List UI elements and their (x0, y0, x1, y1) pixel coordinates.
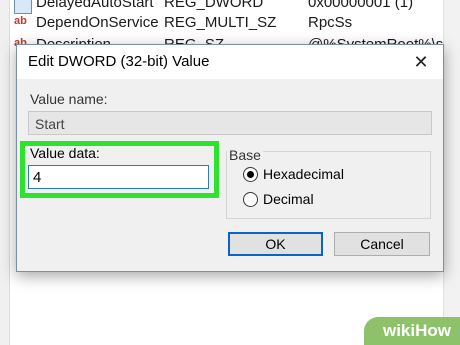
hexadecimal-radio[interactable] (243, 167, 258, 182)
string-value-icon: ab (14, 15, 27, 27)
binary-value-icon (14, 0, 32, 14)
value-type: REG_DWORD (164, 0, 264, 11)
base-label: Base (227, 147, 263, 163)
scrollbar[interactable] (443, 0, 460, 345)
value-name-label: Value name: (30, 91, 108, 107)
value-data-input[interactable] (28, 165, 209, 189)
value-type: REG_MULTI_SZ (164, 14, 277, 31)
tree-pane-edge (0, 0, 10, 345)
registry-row[interactable]: ab DependOnService REG_MULTI_SZ RpcSs (14, 14, 460, 36)
value-name: DependOnService (36, 14, 159, 31)
value-name: DelayedAutoStart (36, 0, 154, 11)
edit-dword-dialog: Edit DWORD (32-bit) Value ✕ Value name: … (16, 44, 444, 272)
hexadecimal-label[interactable]: Hexadecimal (263, 166, 344, 182)
close-icon[interactable]: ✕ (409, 51, 433, 73)
dialog-title: Edit DWORD (32-bit) Value (28, 53, 210, 70)
value-data-label: Value data: (30, 145, 100, 161)
value-data: 0x00000001 (1) (308, 0, 414, 11)
decimal-label[interactable]: Decimal (263, 191, 314, 207)
wikihow-logo-text: wikiHow (382, 321, 451, 340)
value-data: RpcSs (308, 14, 353, 31)
dialog-titlebar[interactable]: Edit DWORD (32-bit) Value ✕ (17, 45, 443, 79)
value-name-field: Start (28, 111, 432, 135)
decimal-radio[interactable] (243, 192, 258, 207)
cancel-button[interactable]: Cancel (334, 232, 430, 256)
ok-button[interactable]: OK (228, 232, 323, 256)
